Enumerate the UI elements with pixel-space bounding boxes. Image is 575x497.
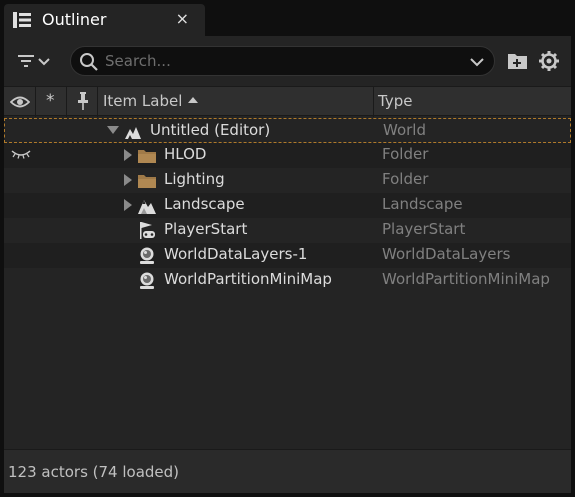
tab-title: Outliner	[42, 10, 107, 29]
column-label-text: Item Label	[103, 92, 183, 110]
tab-outliner[interactable]: Outliner ×	[4, 4, 205, 36]
search-icon	[80, 53, 98, 71]
tree-row-label: HLOD	[164, 145, 207, 163]
chevron-down-icon[interactable]	[470, 55, 484, 69]
tree-row-type: WorldPartitionMiniMap	[382, 270, 550, 288]
expand-arrow-icon[interactable]	[124, 199, 132, 211]
outliner-panel: * Item Label Type Untitled (Editor)	[4, 36, 571, 493]
search-input[interactable]	[105, 50, 455, 72]
toolbar	[4, 36, 571, 86]
tree-row-label: WorldPartitionMiniMap	[164, 270, 332, 288]
tree-row-type: Folder	[382, 145, 429, 163]
tree-row-type: Folder	[382, 170, 429, 188]
tree-row-label: Landscape	[164, 195, 245, 213]
tree-row-worlddatalayers[interactable]: WorldDataLayers-1 WorldDataLayers	[4, 243, 571, 268]
tree-row-type: PlayerStart	[382, 220, 466, 238]
folder-icon	[138, 150, 156, 163]
column-type-text: Type	[378, 92, 413, 110]
tree-row-label: WorldDataLayers-1	[164, 245, 308, 263]
filter-button[interactable]	[16, 50, 60, 74]
tree-row-worldpartitionminimap[interactable]: WorldPartitionMiniMap WorldPartitionMini…	[4, 268, 571, 293]
filter-icon	[18, 55, 50, 67]
landscape-icon	[138, 200, 156, 214]
expand-arrow-icon[interactable]	[124, 174, 132, 186]
close-icon[interactable]: ×	[176, 9, 189, 28]
tree-row-playerstart[interactable]: PlayerStart PlayerStart	[4, 218, 571, 243]
outliner-icon	[13, 12, 31, 28]
actor-sphere-icon	[140, 247, 154, 264]
tree-row-label: Untitled (Editor)	[150, 121, 271, 139]
eye-closed-icon[interactable]	[11, 149, 31, 159]
tree-row-label: PlayerStart	[164, 220, 248, 238]
expand-arrow-icon[interactable]	[107, 126, 119, 134]
folder-icon	[138, 175, 156, 188]
add-folder-button[interactable]	[507, 51, 529, 71]
expand-arrow-icon[interactable]	[124, 149, 132, 161]
tree-row-lighting[interactable]: Lighting Folder	[4, 168, 571, 193]
gear-icon	[539, 51, 559, 71]
column-visibility[interactable]	[4, 87, 36, 117]
actor-count: 123 actors (74 loaded)	[8, 463, 180, 481]
add-folder-icon	[508, 54, 527, 69]
tree-row-world[interactable]: Untitled (Editor) World	[4, 118, 571, 143]
player-start-icon	[140, 222, 155, 239]
pin-icon	[78, 92, 88, 110]
sort-ascending-icon	[188, 97, 199, 103]
world-icon	[125, 127, 141, 139]
actor-sphere-icon	[140, 272, 154, 289]
favorite-star: *	[46, 91, 55, 111]
status-bar: 123 actors (74 loaded)	[4, 449, 571, 493]
search-box[interactable]	[70, 46, 495, 76]
column-favorite[interactable]: *	[36, 87, 67, 117]
tree-row-type: WorldDataLayers	[382, 245, 511, 263]
column-item-label[interactable]: Item Label	[98, 87, 374, 117]
column-pin[interactable]	[67, 87, 98, 117]
settings-button[interactable]	[538, 50, 560, 72]
tree-row-type: World	[383, 121, 426, 139]
column-type[interactable]: Type	[374, 87, 571, 117]
tree-row-hlod[interactable]: HLOD Folder	[4, 143, 571, 168]
tab-bar: Outliner ×	[0, 0, 575, 36]
column-header: * Item Label Type	[4, 86, 571, 117]
tree-row-label: Lighting	[164, 170, 225, 188]
tree-row-type: Landscape	[382, 195, 463, 213]
tree-row-landscape[interactable]: Landscape Landscape	[4, 193, 571, 218]
eye-icon	[10, 96, 30, 108]
